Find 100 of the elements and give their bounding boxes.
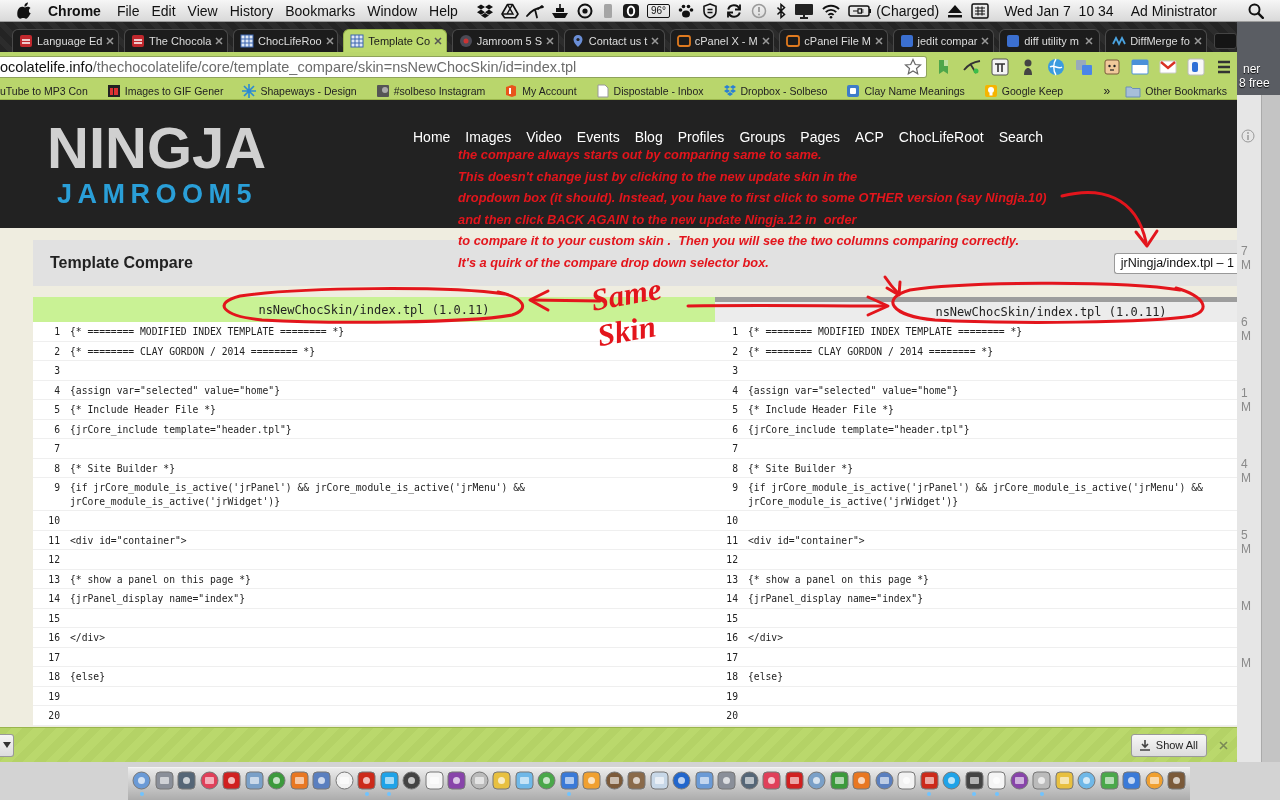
browser-tab[interactable]: jedit compar [892,29,995,52]
menu-item[interactable]: History [229,2,274,19]
nav-link[interactable]: Profiles [677,129,725,145]
browser-tab[interactable]: ChocLifeRoo [233,29,339,52]
app-icon[interactable] [357,771,376,790]
app-icon[interactable] [289,771,309,790]
close-icon[interactable] [215,37,224,45]
app-icon[interactable] [177,771,196,790]
more-bookmarks[interactable]: » [1103,83,1111,98]
app-icon[interactable] [672,771,691,790]
bluetooth-icon[interactable] [775,2,788,19]
nav-link[interactable]: Blog [634,129,663,145]
menu-item[interactable]: Window [367,2,418,19]
ring-tile-icon[interactable] [622,2,640,19]
app-icon[interactable] [852,771,871,790]
nav-link[interactable]: Groups [739,129,786,145]
app-icon[interactable] [964,771,984,790]
app-icon[interactable] [492,771,511,790]
app-icon[interactable] [199,771,219,790]
menu-icon[interactable] [1215,58,1233,76]
window-icon[interactable] [1131,58,1149,76]
grid-box-icon[interactable] [971,2,990,19]
display-icon[interactable] [794,2,815,19]
menu-item[interactable]: View [187,2,218,19]
boat-icon[interactable] [551,2,569,19]
app-icon[interactable] [222,771,241,790]
menu-app-name[interactable]: Chrome [48,2,101,19]
app-icon[interactable] [1099,771,1119,790]
app-icon[interactable] [154,771,174,790]
browser-tab[interactable]: Contact us t [563,29,665,52]
apple-icon[interactable] [17,2,31,19]
app-icon[interactable] [717,771,736,790]
bookmark[interactable]: Dropbox - Solbeso [722,83,828,98]
pi-icon[interactable] [991,58,1009,76]
search-icon[interactable] [1248,2,1264,19]
diamonds-icon[interactable] [476,2,494,19]
face-icon[interactable] [1103,58,1121,76]
app-icon[interactable] [1032,771,1051,790]
swoosh-icon[interactable] [526,2,544,19]
sync-icon[interactable] [725,2,744,19]
close-icon[interactable] [106,37,115,45]
app-icon[interactable] [379,771,399,790]
app-icon[interactable] [334,771,354,790]
menu-clock[interactable]: Wed Jan 7 10 34 [1004,2,1114,19]
app-icon[interactable] [874,771,894,790]
battery-icon[interactable] [848,2,873,19]
app-icon[interactable] [627,771,646,790]
app-icon[interactable] [582,771,601,790]
app-icon[interactable] [762,771,781,790]
battery-status[interactable]: (Charged) [876,2,940,19]
nav-link[interactable]: ChocLifeRoot [898,129,984,145]
close-icon[interactable] [325,37,334,45]
close-icon[interactable] [651,37,660,45]
nav-link[interactable]: Events [576,129,620,145]
app-icon[interactable] [829,771,849,790]
mail-icon[interactable] [1159,58,1177,76]
browser-tab[interactable]: cPanel X - M [669,29,775,52]
nav-link[interactable]: Pages [800,129,840,145]
bookmark[interactable]: #solbeso Instagram [375,83,486,98]
show-all-button[interactable]: Show All [1130,733,1207,757]
bookmark[interactable]: Shapeways - Design [242,83,357,98]
tile-icon[interactable] [1187,58,1205,76]
browser-tab[interactable]: The Chocola [124,29,229,52]
app-icon[interactable] [559,771,579,790]
bookmark[interactable]: Dispostable - Inbox [595,83,704,98]
app-icon[interactable] [1122,771,1141,790]
app-icon[interactable] [267,771,286,790]
menu-item[interactable]: Help [429,2,458,19]
temperature-reading[interactable]: 96° [647,3,671,18]
curve-dot-icon[interactable] [963,58,981,76]
menu-item[interactable]: Edit [151,2,176,19]
close-icon[interactable] [874,37,883,45]
browser-tab[interactable]: cPanel File M [779,29,888,52]
browser-tab[interactable]: diff utility m [999,29,1101,52]
bookmark[interactable]: uTube to MP3 Con [0,84,88,97]
triangle-icon[interactable] [501,2,519,19]
app-icon[interactable] [424,771,444,790]
close-icon[interactable] [981,37,990,45]
close-icon[interactable] [1193,37,1202,45]
nav-link[interactable]: ACP [855,129,884,145]
paw-icon[interactable] [677,2,696,19]
nav-link[interactable]: Video [526,129,562,145]
app-icon[interactable] [604,771,624,790]
app-icon[interactable] [987,771,1006,790]
app-icon[interactable] [694,771,714,790]
dropdown-button[interactable] [0,733,14,757]
wifi-icon[interactable] [821,2,842,19]
menu-item[interactable]: Bookmarks [285,2,356,19]
app-icon[interactable] [784,771,804,790]
browser-tab[interactable]: Language Ed [12,29,120,52]
app-icon[interactable] [402,771,421,790]
app-icon[interactable] [1167,771,1186,790]
alert-icon[interactable] [750,2,769,19]
app-icon[interactable] [739,771,759,790]
bookmark[interactable]: My Account [504,83,577,98]
nav-link[interactable]: Images [465,129,512,145]
address-field[interactable]: ocolatelife.info/thechocolatelife/core/template_compare/skin=nsNewChocSkin/id=index.tpl [0,56,927,78]
star-icon[interactable] [904,58,922,76]
close-icon[interactable] [434,37,443,45]
browser-tab[interactable]: DiffMerge fo [1105,29,1207,52]
